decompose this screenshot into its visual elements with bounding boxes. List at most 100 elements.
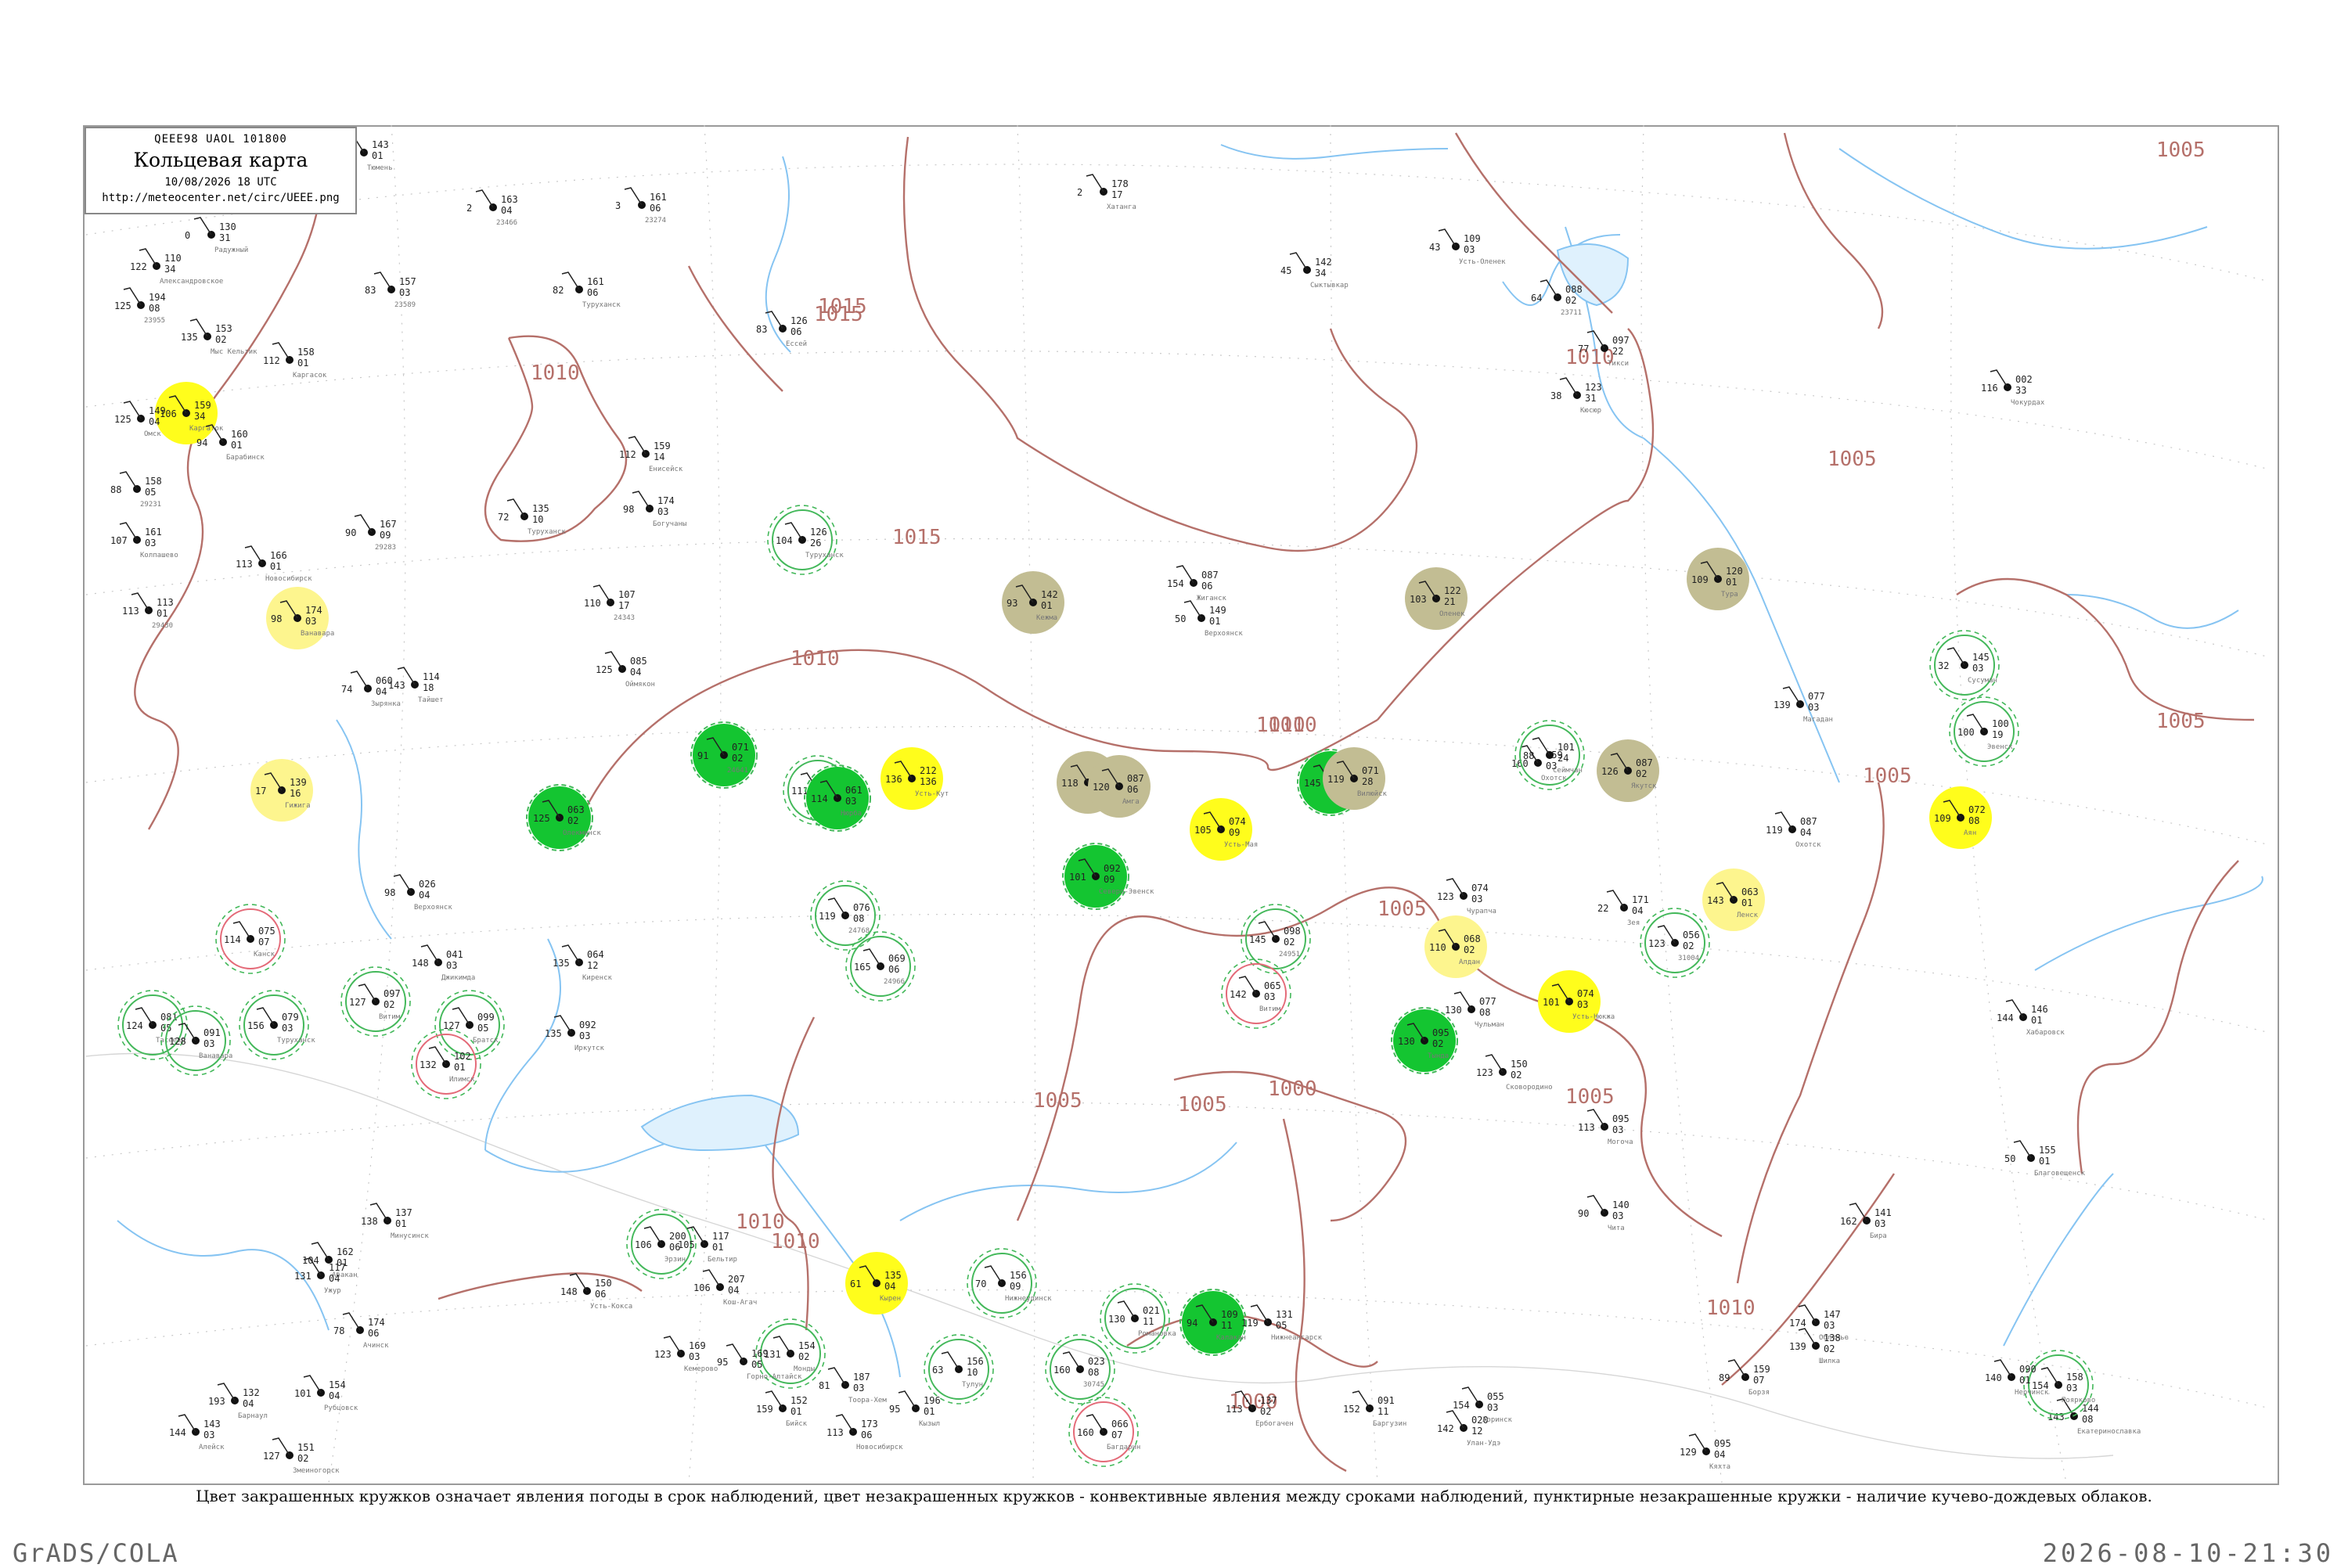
station-plot[interactable]: 16103 107 Колпашево bbox=[110, 522, 178, 559]
station-plot[interactable]: 13802 139 Шилка bbox=[1789, 1328, 1841, 1365]
station-plot[interactable]: 08504 125 Оймякон bbox=[596, 651, 655, 689]
station-plot[interactable]: 14003 90 Чита bbox=[1578, 1195, 1630, 1232]
station-plot[interactable]: 15914 112 Енисейск bbox=[619, 436, 683, 473]
station-plot[interactable]: 07409 105 Усть-Мая bbox=[1190, 798, 1258, 861]
source-url[interactable]: http://meteocenter.net/circ/UEEE.png bbox=[86, 192, 355, 204]
station-plot[interactable]: 14303 144 Алейск bbox=[169, 1414, 225, 1451]
station-plot[interactable]: 17817 2 Хатанга bbox=[1077, 174, 1136, 211]
station-plot[interactable]: 05503 154 Хоринск bbox=[1453, 1386, 1513, 1424]
station-plot[interactable]: 14503 32 Сусуман bbox=[1929, 630, 2000, 700]
station-plot[interactable]: 08802 64 23711 bbox=[1531, 279, 1583, 317]
station-plot[interactable]: 17406 78 Ачинск bbox=[333, 1312, 389, 1350]
station-plot[interactable]: 16106 3 23274 bbox=[615, 187, 667, 225]
station-plot[interactable]: 15703 83 23589 bbox=[365, 272, 416, 309]
station-plot[interactable]: 14234 45 Сыктывкар bbox=[1280, 252, 1349, 290]
station-plot[interactable]: 13916 17 Гижига bbox=[250, 759, 313, 822]
station-plot[interactable]: 10201 132 Илимск bbox=[411, 1029, 481, 1099]
station-plot[interactable]: 06103 114 Нюрба bbox=[804, 764, 871, 832]
station-plot[interactable]: 212136136Усть-Кут bbox=[880, 747, 949, 810]
station-plot[interactable]: 07102 91 24641 bbox=[690, 721, 758, 789]
station-plot[interactable]: 11418 143 Тайшет bbox=[388, 667, 444, 704]
station-plot[interactable]: 10911 94 Калакан bbox=[1179, 1289, 1247, 1356]
station-plot[interactable]: 05602 123 31004 bbox=[1640, 908, 1710, 978]
station-plot[interactable]: 09001 140 Нерчинск bbox=[1985, 1359, 2049, 1397]
station-plot[interactable]: 17403 98 Ванавара bbox=[266, 587, 334, 649]
station-plot[interactable]: 12626 104 Туруханск bbox=[767, 505, 844, 575]
station-plot[interactable]: 07708 130 Чульман bbox=[1445, 991, 1504, 1029]
station-plot[interactable]: 11034 122 Александровское bbox=[130, 248, 223, 286]
station-plot[interactable]: 14904 125 Омск bbox=[114, 401, 166, 438]
station-plot[interactable]: 07507 114 Канск bbox=[215, 904, 286, 974]
station-plot[interactable]: 16106 82 Туруханск bbox=[553, 272, 621, 309]
station-plot[interactable]: 09504 129 Кяхта bbox=[1680, 1433, 1731, 1471]
station-plot[interactable]: 02308 160 30745 bbox=[1045, 1334, 1115, 1404]
station-plot[interactable]: 12331 38 Кюсюр bbox=[1550, 377, 1602, 415]
station-plot[interactable]: 16709 90 29283 bbox=[345, 514, 397, 552]
station-plot[interactable]: 09905127Братск bbox=[434, 990, 505, 1060]
station-plot[interactable]: 09503 113 Могоча bbox=[1578, 1109, 1633, 1146]
station-plot[interactable]: 19601 95 Кызыл bbox=[889, 1390, 941, 1428]
station-plot[interactable]: 16903 123 Кемерово bbox=[654, 1336, 718, 1373]
station-plot[interactable]: 06302 125 Олекминск bbox=[526, 784, 601, 851]
station-plot[interactable]: 13105 119 Нижнеангарск bbox=[1241, 1304, 1323, 1342]
station-plot[interactable]: 16601 113 Новосибирск bbox=[236, 545, 312, 583]
station-plot[interactable]: 15002 123 Сковородино bbox=[1476, 1054, 1553, 1091]
station-plot[interactable]: 08706 154 Жиганск bbox=[1167, 565, 1227, 602]
station-plot[interactable]: 10019100Эвенск bbox=[1949, 696, 2019, 767]
station-plot[interactable]: 14103 162 Бира bbox=[1840, 1203, 1892, 1240]
station-plot[interactable]: 08704 119 Охотск bbox=[1766, 811, 1821, 849]
station-plot[interactable]: 04103 148 Джикимда bbox=[412, 944, 475, 982]
station-plot[interactable]: 15501 50 Благовещенск bbox=[2004, 1140, 2086, 1178]
station-plot[interactable]: 13701 138 Минусинск bbox=[361, 1203, 429, 1240]
station-plot[interactable]: 08706 120 Амга bbox=[1088, 755, 1151, 818]
station-plot[interactable]: 12001 109 Тура bbox=[1687, 548, 1749, 610]
station-plot[interactable]: 17403 98 Богучаны bbox=[623, 491, 686, 528]
station-plot[interactable]: 09502 130 Тында bbox=[1391, 1007, 1458, 1074]
station-plot[interactable]: 1130111329430 bbox=[122, 592, 174, 630]
station-plot[interactable]: 09802 145 24951 bbox=[1241, 904, 1311, 974]
station-plot[interactable]: 09702 127 Витим bbox=[340, 966, 411, 1037]
station-plot[interactable]: 08702 126 Якутск bbox=[1597, 739, 1659, 802]
station-plot[interactable]: 15801 112 Каргасок bbox=[263, 342, 327, 379]
station-plot[interactable]: 14601 144 Хабаровск bbox=[1997, 999, 2065, 1037]
station-plot[interactable]: 18703 81 Тоора-Хем bbox=[819, 1367, 887, 1404]
station-plot[interactable]: 06301 143 Ленск bbox=[1702, 869, 1765, 931]
station-plot[interactable]: 08105124Тасеево bbox=[117, 990, 188, 1060]
station-plot[interactable]: 09111 152 Баргузин bbox=[1343, 1390, 1406, 1428]
station-plot[interactable]: 15805 88 29231 bbox=[110, 471, 162, 509]
station-plot[interactable]: 15302 135 Мыс Кельтик bbox=[181, 318, 257, 356]
station-plot[interactable]: 17104 22 Зея bbox=[1597, 890, 1649, 927]
station-plot[interactable]: 10717 110 24343 bbox=[584, 584, 636, 622]
station-plot[interactable]: 13510 72 Туруханск bbox=[498, 498, 566, 536]
station-plot[interactable]: 14901 50 Верхоянск bbox=[1175, 600, 1243, 638]
station-plot[interactable]: 06503 142 Витим bbox=[1221, 958, 1291, 1029]
station-plot[interactable]: 02111 130 Романовка bbox=[1100, 1283, 1176, 1354]
station-plot[interactable]: 19408 125 23955 bbox=[114, 287, 166, 325]
station-plot[interactable]: 13504 61 Кырен bbox=[845, 1252, 908, 1314]
station-plot[interactable]: 07703 139 Магадан bbox=[1774, 686, 1833, 724]
station-plot[interactable]: 06412 135 Киренск bbox=[553, 944, 613, 982]
station-plot[interactable]: 17306 113 Новосибирск bbox=[826, 1414, 903, 1451]
station-plot[interactable]: 15102 127 Змеиногорск bbox=[263, 1437, 340, 1475]
station-plot[interactable]: 20704 106 Кош-Агач bbox=[693, 1269, 757, 1307]
station-plot[interactable]: 13031 0 Радужный bbox=[185, 217, 248, 254]
station-plot[interactable]: 07903 156 Туруханск bbox=[239, 990, 315, 1060]
station-plot[interactable]: 16304 2 23466 bbox=[466, 189, 518, 227]
station-plot[interactable]: 14408143Екатеринославка bbox=[2047, 1398, 2141, 1436]
station-plot[interactable]: 09209 101 Северо-Эвенск bbox=[1062, 843, 1154, 910]
station-plot[interactable]: 07128 119 Вилюйск bbox=[1323, 747, 1388, 810]
station-plot[interactable]: 16905 95 Горно-Алтайск bbox=[717, 1343, 802, 1381]
station-plot[interactable]: 07208 109 Аян bbox=[1929, 786, 1992, 849]
station-plot[interactable]: 15404 101 Рубцовск bbox=[294, 1375, 358, 1412]
station-plot[interactable]: 02604 98 Верхоянск bbox=[384, 874, 452, 912]
station-plot[interactable]: 15610 63 Тулун bbox=[924, 1334, 994, 1404]
station-plot[interactable]: 07403 123 Чурапча bbox=[1437, 878, 1496, 915]
station-plot[interactable]: 14201 93 Кежма bbox=[1002, 571, 1064, 634]
station-plot[interactable]: 06607 160 Багдарин bbox=[1068, 1397, 1140, 1467]
station-plot[interactable]: 10903 43 Усть-Оленек bbox=[1429, 228, 1506, 266]
station-plot[interactable]: 15609 70 Нижнеудинск bbox=[967, 1248, 1052, 1318]
station-plot[interactable]: 12221 103 Оленек bbox=[1405, 567, 1468, 630]
station-plots[interactable]: 143011Тюмень1630422346616106323274178172… bbox=[110, 135, 2141, 1475]
weather-map[interactable]: 1015101510151010101010101010101010101010… bbox=[0, 0, 2348, 1565]
station-plot[interactable]: 06802 110 Алдан bbox=[1424, 915, 1487, 978]
